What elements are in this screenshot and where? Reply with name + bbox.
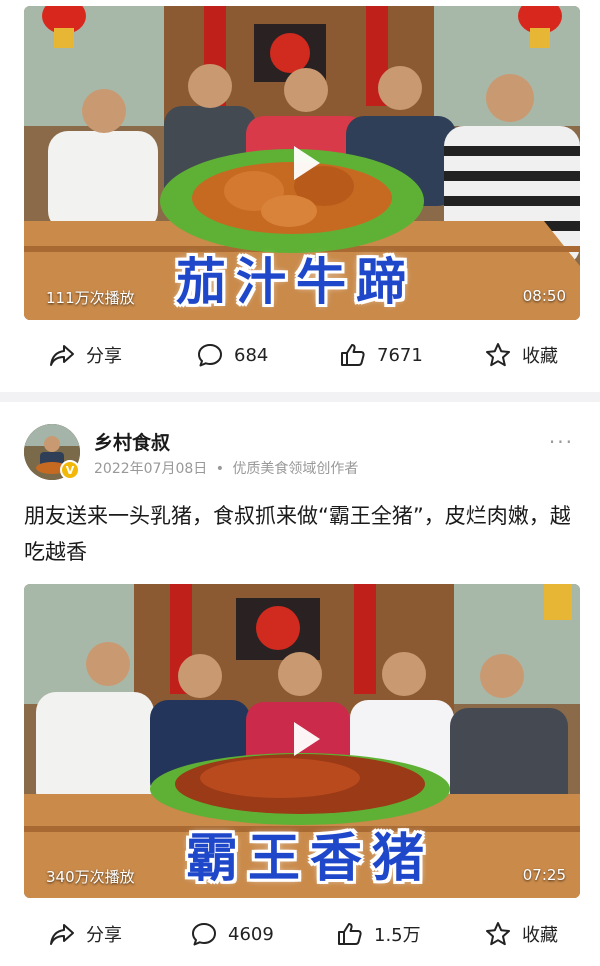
share-button[interactable]: 分享 [48,914,122,954]
favorite-label: 收藏 [522,346,558,367]
view-count: 340万次播放 [46,868,135,886]
favorite-button[interactable]: 收藏 [484,914,558,954]
play-icon[interactable] [282,140,328,186]
share-button[interactable]: 分享 [48,335,122,375]
play-icon[interactable] [282,716,328,762]
comment-count: 4609 [228,923,274,945]
post-text[interactable]: 朋友送来一头乳猪，食叔抓来做“霸王全猪”，皮烂肉嫩，越吃越香 [24,498,580,570]
comment-count: 684 [234,344,269,366]
video-duration: 08:50 [522,287,566,305]
post-actions-1: 分享 684 7671 收藏 [0,335,600,375]
author-header: V 乡村食叔 2022年07月08日 • 优质美食领域创作者 ··· [24,424,580,484]
meta-separator: • [215,461,224,477]
share-label: 分享 [86,346,122,367]
favorite-button[interactable]: 收藏 [484,335,558,375]
video-caption: 霸王香猪 [186,828,435,889]
like-button[interactable]: 7671 [339,335,423,375]
like-count: 1.5万 [374,925,421,946]
post-date: 2022年07月08日 [94,461,208,477]
like-button[interactable]: 1.5万 [336,914,421,954]
video-duration: 07:25 [522,866,566,884]
comment-bubble-icon [198,344,222,367]
share-arrow-icon [50,924,74,945]
thumbs-up-icon [341,344,365,366]
author-role: 优质美食领域创作者 [232,461,359,477]
share-arrow-icon [50,345,74,366]
favorite-label: 收藏 [522,925,558,946]
comment-button[interactable]: 4609 [190,914,274,954]
more-options-icon[interactable]: ··· [549,430,574,454]
star-icon [486,922,510,946]
verified-badge: V [60,460,80,480]
post-divider [0,392,600,402]
share-label: 分享 [86,925,122,946]
view-count: 111万次播放 [46,289,135,307]
author-name[interactable]: 乡村食叔 [94,428,170,455]
comment-button[interactable]: 684 [196,335,268,375]
video-caption: 茄汁牛蹄 [176,252,416,311]
video-card-2[interactable]: 霸王香猪 340万次播放 07:25 [24,584,580,898]
author-meta: 2022年07月08日 • 优质美食领域创作者 [94,458,358,478]
video-card-1[interactable]: 茄汁牛蹄 111万次播放 08:50 [24,6,580,320]
thumbs-up-icon [338,923,362,945]
comment-bubble-icon [192,923,216,946]
like-count: 7671 [377,344,423,366]
star-icon [486,343,510,367]
post-actions-2: 分享 4609 1.5万 收藏 [0,914,600,954]
